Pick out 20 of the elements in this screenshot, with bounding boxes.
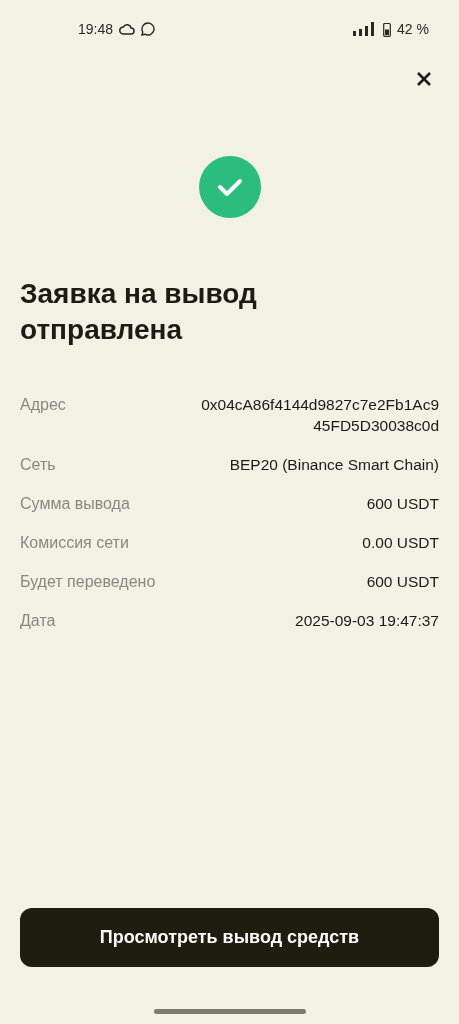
detail-value: 600 USDT	[366, 572, 439, 592]
detail-label: Сумма вывода	[20, 494, 130, 514]
clock-time: 19:48	[78, 21, 114, 37]
page-title: Заявка на вывод отправлена	[20, 277, 258, 347]
chat-icon	[141, 22, 156, 36]
detail-value: 600 USDT	[366, 494, 439, 514]
detail-label: Комиссия сети	[20, 533, 129, 553]
detail-value: 0x04cA86f4144d9827c7e2Fb1Ac945FD5D30038c0d	[200, 395, 439, 436]
battery-level: 42 %	[397, 21, 429, 37]
view-withdrawal-button[interactable]: Просмотреть вывод средств	[20, 908, 439, 967]
detail-value: 2025-09-03 19:47:37	[295, 611, 439, 631]
battery-icon	[383, 21, 392, 37]
success-check-icon	[198, 156, 261, 218]
detail-value: BEP20 (Binance Smart Chain)	[229, 455, 439, 475]
detail-label: Дата	[20, 611, 56, 631]
cloud-icon	[119, 23, 136, 35]
detail-label: Сеть	[20, 455, 56, 475]
detail-value: 0.00 USDT	[362, 533, 439, 553]
detail-label: Будет переведено	[20, 572, 156, 592]
detail-label: Адрес	[20, 395, 66, 415]
